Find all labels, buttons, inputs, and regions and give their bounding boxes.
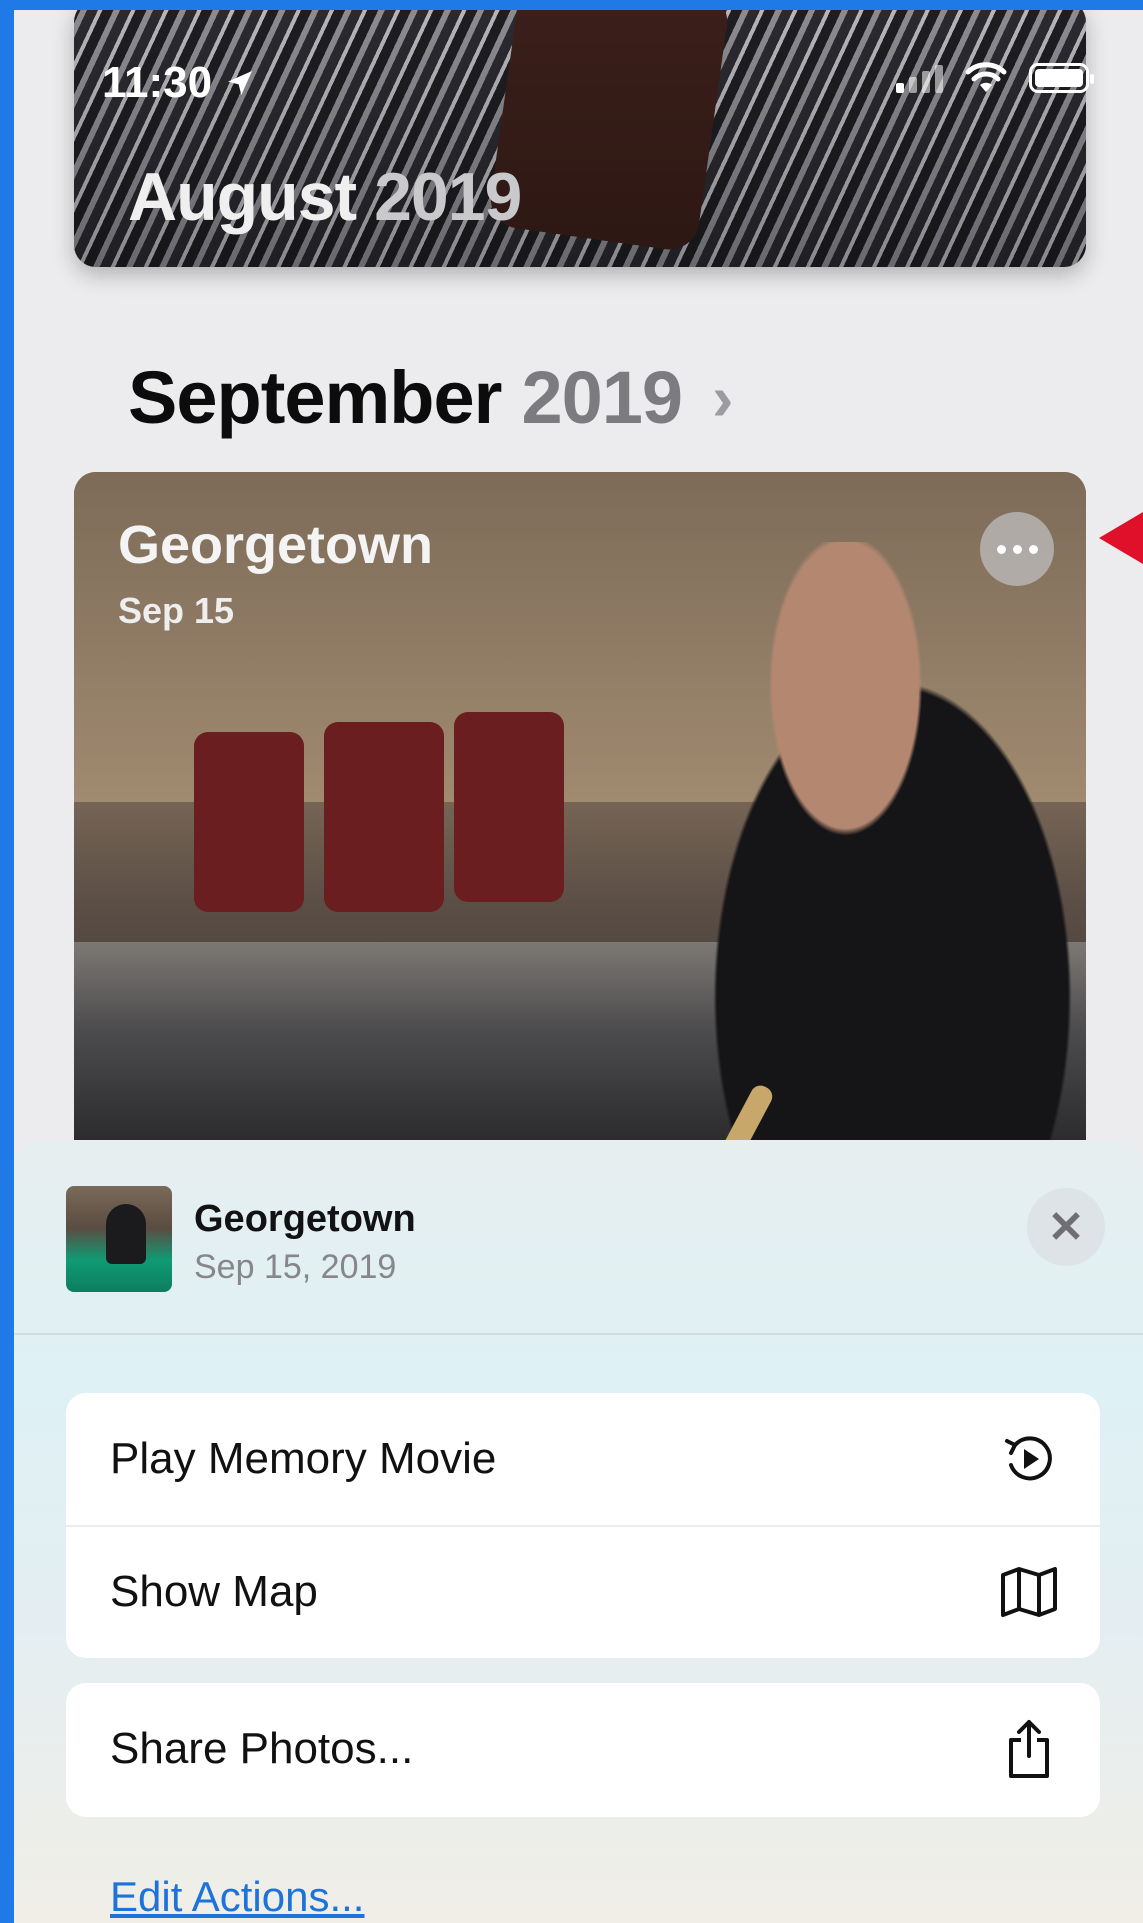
frame-border-top <box>0 0 1143 10</box>
more-options-button[interactable] <box>980 512 1054 586</box>
share-icon <box>998 1718 1060 1780</box>
action-sheet: Georgetown Sep 15, 2019 ✕ Play Memory Mo… <box>14 1140 1143 1923</box>
play-memory-movie-label: Play Memory Movie <box>110 1434 497 1483</box>
ellipsis-icon <box>996 544 1006 554</box>
memory-card-title: Georgetown <box>118 515 434 575</box>
photo-chair <box>454 712 564 902</box>
september-section-header[interactable]: September 2019 › <box>128 355 733 440</box>
wifi-icon <box>965 62 1007 92</box>
august-year-label: 2019 <box>374 159 522 235</box>
georgetown-memory-card[interactable]: Georgetown Sep 15 <box>74 472 1086 1192</box>
cellular-signal-icon <box>896 63 943 93</box>
edit-actions-link[interactable]: Edit Actions... <box>110 1873 364 1921</box>
status-time: 11:30 <box>102 58 256 108</box>
chevron-right-icon: › <box>712 361 733 434</box>
august-card-title: August 2019 <box>128 158 522 236</box>
august-photo-subject <box>486 10 732 254</box>
frame-border-left <box>0 0 14 1923</box>
photo-player <box>634 542 1086 1192</box>
memory-thumbnail <box>66 1186 172 1292</box>
share-group: Share Photos... <box>66 1683 1100 1817</box>
annotation-arrow-icon <box>1099 512 1143 564</box>
close-button[interactable]: ✕ <box>1027 1188 1105 1266</box>
share-photos-label: Share Photos... <box>110 1724 414 1773</box>
map-icon <box>998 1561 1060 1623</box>
share-photos-item[interactable]: Share Photos... <box>66 1683 1100 1815</box>
photo-chair <box>194 732 304 912</box>
action-sheet-header: Georgetown Sep 15, 2019 ✕ <box>14 1140 1143 1335</box>
photos-screen: August 2019 11:30 September 2019 › Georg… <box>14 10 1143 1923</box>
location-arrow-icon <box>224 58 256 107</box>
close-icon: ✕ <box>1047 1202 1085 1252</box>
screenshot-frame: August 2019 11:30 September 2019 › Georg… <box>0 0 1143 1923</box>
status-icons <box>896 62 1094 94</box>
august-month-label: August <box>128 159 357 235</box>
play-memory-icon <box>998 1428 1060 1490</box>
photo-chair <box>324 722 444 912</box>
clock-text: 11:30 <box>102 58 213 107</box>
memory-card-date: Sep 15 <box>118 590 235 631</box>
september-year-label: 2019 <box>521 356 683 439</box>
show-map-label: Show Map <box>110 1567 318 1616</box>
action-group: Play Memory Movie Show Map <box>66 1393 1100 1658</box>
sheet-title: Georgetown <box>194 1198 416 1240</box>
september-month-label: September <box>128 356 502 439</box>
play-memory-movie-item[interactable]: Play Memory Movie <box>66 1393 1100 1525</box>
show-map-item[interactable]: Show Map <box>66 1525 1100 1657</box>
battery-icon <box>1029 63 1094 93</box>
sheet-date: Sep 15, 2019 <box>194 1248 397 1286</box>
